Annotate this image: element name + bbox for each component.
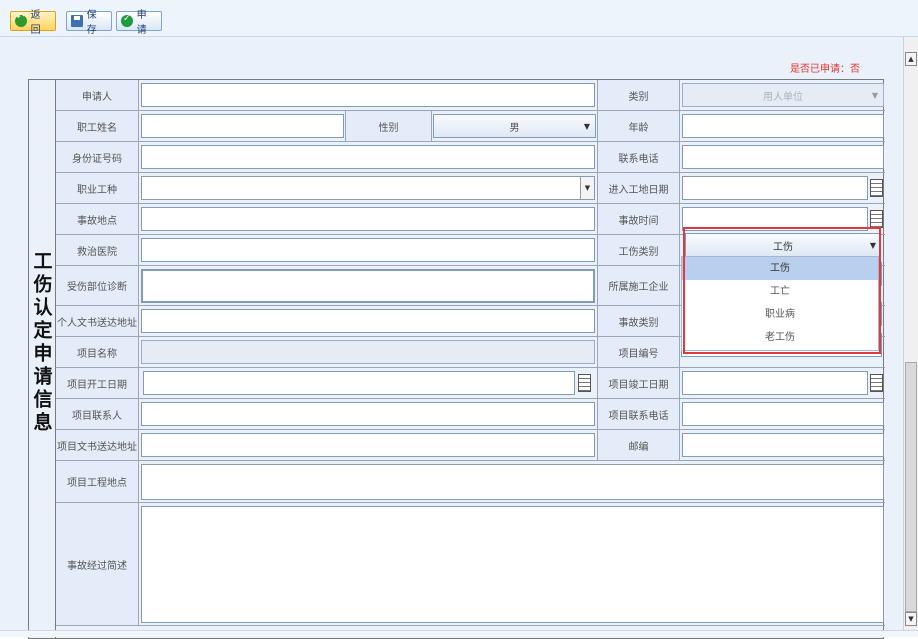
project-start-input[interactable]: [143, 371, 575, 395]
hospital-label: 救治医院: [56, 235, 139, 265]
calendar-icon[interactable]: [870, 179, 883, 197]
row-project-address: 项目文书送达地址 邮编: [56, 430, 885, 461]
hospital-input[interactable]: [141, 238, 595, 262]
apply-button[interactable]: 申请: [116, 10, 162, 36]
back-button[interactable]: 返回: [10, 10, 56, 36]
chevron-down-icon: ▼: [871, 91, 878, 100]
accident-desc-label: 事故经过简述: [56, 503, 139, 625]
vertical-scrollbar[interactable]: ▲ ▼: [903, 37, 918, 630]
scroll-thumb[interactable]: [905, 362, 917, 612]
postcode-label: 邮编: [598, 430, 680, 460]
calendar-icon[interactable]: [870, 210, 883, 228]
entry-date-label: 进入工地日期: [598, 173, 680, 203]
row-accident-desc: 事故经过简述: [56, 503, 885, 626]
chevron-down-icon: ▼: [869, 241, 876, 250]
personal-address-label: 个人文书送达地址: [56, 306, 139, 336]
project-address-label: 项目文书送达地址: [56, 430, 139, 460]
job-type-select[interactable]: ▼: [141, 176, 595, 200]
back-icon: [15, 12, 27, 27]
project-contact-phone-input[interactable]: [682, 402, 884, 426]
project-name-label: 项目名称: [56, 337, 139, 367]
project-start-label: 项目开工日期: [56, 368, 139, 398]
save-button[interactable]: 保存: [66, 10, 112, 36]
back-button-label: 返回: [30, 10, 41, 36]
project-end-label: 项目竣工日期: [598, 368, 680, 398]
section-title: 工伤认定申请信息: [29, 80, 56, 638]
phone-label: 联系电话: [598, 142, 680, 172]
age-label: 年龄: [598, 111, 680, 141]
save-button-label: 保存: [86, 10, 97, 36]
job-type-label: 职业工种: [56, 173, 139, 203]
injury-type-option[interactable]: 老工伤: [682, 326, 878, 349]
accident-category-label: 事故类别: [598, 306, 680, 336]
injury-type-select[interactable]: 工伤 ▼: [685, 233, 881, 257]
injury-type-option[interactable]: 工伤: [682, 257, 878, 280]
category-value: 用人单位: [763, 91, 803, 103]
calendar-icon[interactable]: [578, 374, 591, 392]
toolbar: 返回 保存 申请: [0, 0, 918, 37]
row-id: 身份证号码 联系电话: [56, 142, 885, 173]
row-applicant: 申请人 类别 用人单位 ▼: [56, 80, 885, 111]
injury-type-option[interactable]: 工亡: [682, 280, 878, 303]
project-no-label: 项目编号: [598, 337, 680, 367]
contractor-label: 所属施工企业: [598, 266, 680, 305]
accident-place-input[interactable]: [141, 207, 595, 231]
project-contact-phone-label: 项目联系电话: [598, 399, 680, 429]
phone-input[interactable]: [682, 145, 884, 169]
project-address-input[interactable]: [141, 433, 595, 457]
entry-date-input[interactable]: [682, 176, 868, 200]
worker-name-label: 职工姓名: [56, 111, 139, 141]
scroll-down-icon[interactable]: ▼: [905, 612, 917, 626]
row-project-dates: 项目开工日期 项目竣工日期: [56, 368, 885, 399]
chevron-down-icon: ▼: [580, 177, 594, 199]
row-accident-place: 事故地点 事故时间: [56, 204, 885, 235]
row-project-contact: 项目联系人 项目联系电话: [56, 399, 885, 430]
id-number-label: 身份证号码: [56, 142, 139, 172]
injury-application-form: 工伤认定申请信息 申请人 类别 用人单位 ▼ 职工姓名 性别 男 ▼ 年龄 身份…: [28, 79, 885, 639]
injury-type-label: 工伤类别: [598, 235, 680, 265]
section-title-text: 工伤认定申请信息: [30, 251, 53, 435]
category-select: 用人单位 ▼: [682, 83, 884, 107]
project-site-label: 项目工程地点: [56, 461, 139, 502]
accident-time-label: 事故时间: [598, 204, 680, 234]
injury-type-value: 工伤: [773, 241, 793, 253]
accident-desc-textarea[interactable]: [141, 506, 884, 623]
personal-address-input[interactable]: [141, 309, 595, 333]
bottom-bar: [0, 630, 918, 637]
project-contact-label: 项目联系人: [56, 399, 139, 429]
accident-place-label: 事故地点: [56, 204, 139, 234]
check-icon: [121, 14, 133, 27]
calendar-icon[interactable]: [870, 374, 883, 392]
save-icon: [71, 15, 83, 27]
row-project-site: 项目工程地点: [56, 461, 885, 503]
applicant-label: 申请人: [56, 80, 139, 110]
accident-time-input[interactable]: [682, 207, 868, 231]
row-worker: 职工姓名 性别 男 ▼ 年龄: [56, 111, 885, 142]
project-name-input: [141, 340, 595, 364]
worker-name-input[interactable]: [141, 114, 344, 138]
injury-diagnosis-input[interactable]: [141, 269, 595, 303]
age-input[interactable]: [682, 114, 884, 138]
scroll-up-icon[interactable]: ▲: [905, 52, 917, 66]
category-label: 类别: [598, 80, 680, 110]
apply-button-label: 申请: [136, 10, 147, 36]
id-number-input[interactable]: [141, 145, 595, 169]
project-contact-input[interactable]: [141, 402, 595, 426]
postcode-input[interactable]: [682, 433, 884, 457]
apply-status: 是否已申请：否: [790, 64, 860, 75]
row-job: 职业工种 ▼ 进入工地日期: [56, 173, 885, 204]
injury-diagnosis-label: 受伤部位诊断: [56, 266, 139, 305]
injury-type-option[interactable]: 职业病: [682, 303, 878, 326]
project-site-input[interactable]: [141, 464, 884, 500]
project-end-input[interactable]: [682, 371, 868, 395]
injury-type-options: 工伤 工亡 职业病 老工伤: [681, 256, 879, 351]
